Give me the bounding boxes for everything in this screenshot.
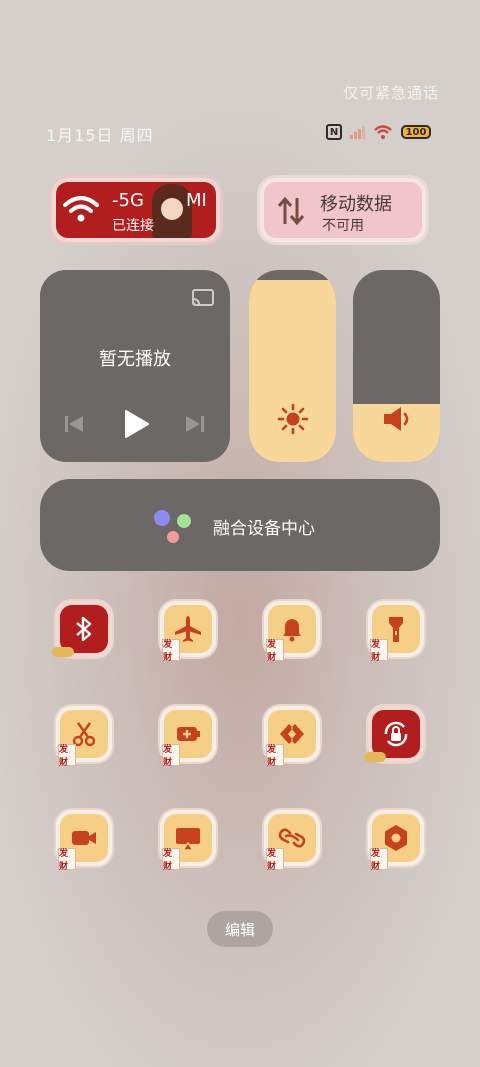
toggle-fortune-badge: 发财 xyxy=(266,639,284,663)
mobile-data-title: 移动数据 xyxy=(320,194,392,215)
speaker-icon xyxy=(384,407,409,431)
wifi-state: 已连接 xyxy=(112,218,154,234)
rotation-lock-icon xyxy=(384,721,408,747)
toggle-fortune-badge: 发财 xyxy=(370,848,388,872)
status-icons: N 100 xyxy=(326,122,438,142)
signal-icon xyxy=(350,125,365,139)
device-center-label: 融合设备中心 xyxy=(213,519,315,539)
toggle-fortune-badge: 发财 xyxy=(162,744,180,768)
toggle-fortune-badge: 发财 xyxy=(162,639,180,663)
edit-button[interactable]: 编辑 xyxy=(207,911,273,947)
bluetooth-icon xyxy=(76,616,92,642)
toggle-fortune-badge: 发财 xyxy=(266,744,284,768)
wifi-status-icon xyxy=(374,125,392,139)
toggle-fortune-badge: 发财 xyxy=(58,848,76,872)
volume-slider[interactable] xyxy=(353,270,440,462)
mobile-data-tile[interactable]: 移动数据 不可用 xyxy=(260,178,426,242)
nfc-icon: N xyxy=(326,124,342,140)
toggle-fortune-badge: 发财 xyxy=(58,744,76,768)
mobile-data-arrows-icon xyxy=(277,196,305,226)
date-label: 1月15日 周四 xyxy=(46,126,154,145)
toggle-fortune-badge: 发财 xyxy=(162,848,180,872)
coins-decoration xyxy=(52,647,74,657)
cast-icon[interactable] xyxy=(191,288,215,308)
play-icon[interactable] xyxy=(122,408,150,440)
media-title: 暂无播放 xyxy=(99,349,171,370)
device-center-icon xyxy=(154,510,191,543)
battery-icon: 100 xyxy=(401,125,431,139)
next-icon[interactable] xyxy=(183,412,207,436)
wifi-tile[interactable]: -5G MI 已连接 xyxy=(52,178,220,242)
toggle-fortune-badge: 发财 xyxy=(370,639,388,663)
wifi-ssid: -5G xyxy=(112,190,144,211)
coins-decoration xyxy=(364,752,386,762)
toggle-fortune-badge: 发财 xyxy=(266,848,284,872)
previous-icon[interactable] xyxy=(62,412,86,436)
wifi-icon xyxy=(63,196,99,222)
emergency-calls-only-label: 仅可紧急通话 xyxy=(343,84,440,102)
sun-icon xyxy=(277,403,309,435)
mobile-data-state: 不可用 xyxy=(322,218,364,234)
wifi-ssid-suffix: MI xyxy=(186,190,207,211)
